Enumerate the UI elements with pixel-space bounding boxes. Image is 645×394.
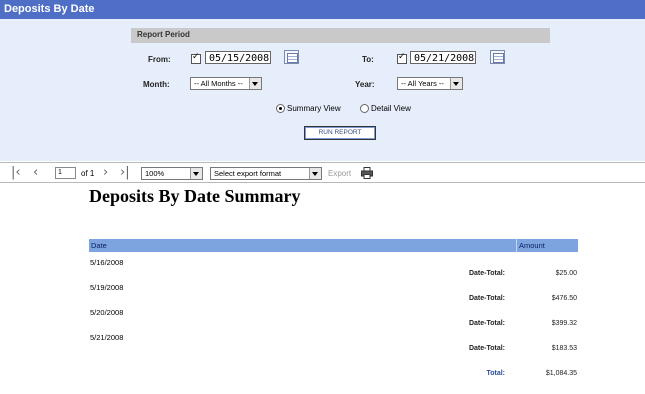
to-label: To: [362, 55, 374, 64]
column-header-amount: Amount [519, 241, 545, 250]
year-select-value: -- All Years -- [401, 79, 444, 88]
month-label: Month: [143, 80, 170, 89]
date-total-label: Date-Total: [468, 345, 505, 352]
export-button[interactable]: Export [328, 169, 351, 178]
prev-page-icon[interactable]: ‹ [33, 165, 38, 180]
chevron-down-icon [190, 168, 202, 179]
report-title: Deposits By Date Summary [89, 186, 301, 206]
first-page-icon[interactable]: |‹ [11, 165, 21, 180]
date-total-label: Date-Total: [468, 295, 505, 302]
report-period-header: Report Period [131, 28, 550, 43]
from-checkbox[interactable] [191, 52, 201, 64]
date-total-value: $399.32 [551, 320, 577, 327]
year-label: Year: [355, 80, 375, 89]
to-checkbox[interactable] [397, 52, 407, 64]
parameters-panel: Report Period From: 05/15/2008 To: 05/21… [0, 19, 645, 161]
export-format-select[interactable]: Select export format [210, 167, 322, 180]
detail-view-label: Detail View [371, 104, 411, 113]
last-page-icon[interactable]: ›| [120, 165, 130, 180]
zoom-select[interactable]: 100% [141, 167, 203, 180]
to-date-input[interactable]: 05/21/2008 [410, 51, 476, 64]
page-number-input[interactable]: 1 [55, 167, 76, 179]
window-title: Deposits By Date [4, 3, 95, 15]
row-date: 5/21/2008 [90, 333, 124, 342]
row-date: 5/16/2008 [90, 258, 124, 267]
date-total-value: $183.53 [551, 345, 577, 352]
from-date-input[interactable]: 05/15/2008 [205, 51, 271, 64]
date-total-value: $476.50 [551, 295, 577, 302]
page-count: of 1 [81, 169, 95, 178]
column-divider [516, 239, 517, 252]
date-total-value: $25.00 [555, 270, 577, 277]
grand-total-label: Total: [486, 370, 505, 377]
window-titlebar: Deposits By Date [0, 0, 645, 19]
grand-total-value: $1,084.35 [545, 370, 577, 377]
month-select-value: -- All Months -- [194, 79, 243, 88]
date-total-label: Date-Total: [468, 270, 505, 277]
chevron-down-icon [249, 78, 261, 89]
run-report-button[interactable]: RUN REPORT [304, 126, 376, 140]
export-format-value: Select export format [214, 169, 282, 178]
row-date: 5/20/2008 [90, 308, 124, 317]
to-calendar-icon[interactable] [490, 50, 505, 64]
chevron-down-icon [450, 78, 462, 89]
from-calendar-icon[interactable] [284, 50, 299, 64]
summary-view-label: Summary View [287, 104, 341, 113]
next-page-icon[interactable]: › [103, 165, 108, 180]
detail-view-radio[interactable] [360, 104, 369, 113]
report-toolbar: |‹ ‹ 1 of 1 › ›| 100% Select export form… [0, 162, 645, 183]
month-select[interactable]: -- All Months -- [190, 77, 262, 90]
summary-view-radio[interactable] [276, 104, 285, 113]
from-label: From: [148, 55, 171, 64]
printer-icon[interactable] [361, 167, 373, 179]
year-select[interactable]: -- All Years -- [397, 77, 463, 90]
chevron-down-icon [309, 168, 321, 179]
row-date: 5/19/2008 [90, 283, 124, 292]
zoom-select-value: 100% [145, 169, 165, 178]
table-header: Date Amount [89, 239, 578, 252]
column-header-date: Date [91, 241, 107, 250]
date-total-label: Date-Total: [468, 320, 505, 327]
report-period-title: Report Period [137, 30, 190, 39]
